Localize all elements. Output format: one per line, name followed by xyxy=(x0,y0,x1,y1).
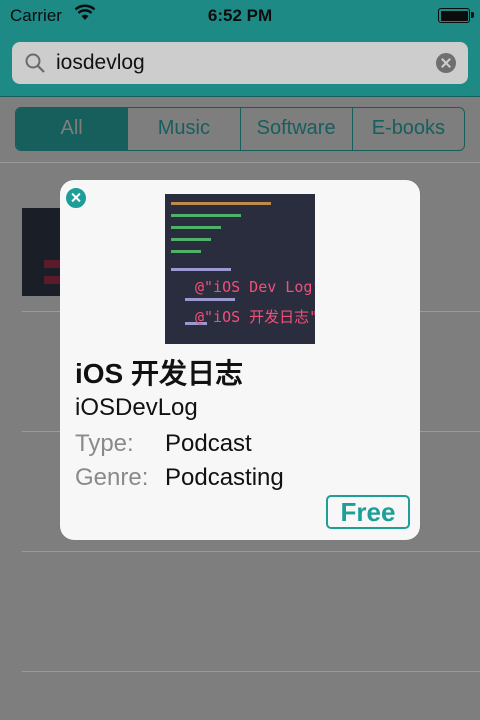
search-icon xyxy=(25,53,45,73)
podcast-artwork: @"iOS Dev Log" @"iOS 开发日志" xyxy=(165,194,315,344)
popup-title: iOS 开发日志 xyxy=(75,358,244,389)
divider xyxy=(0,162,480,163)
search-input[interactable]: iosdevlog xyxy=(56,51,145,75)
price-button[interactable]: Free xyxy=(326,495,410,529)
list-separator xyxy=(22,551,480,552)
clock: 6:52 PM xyxy=(207,6,273,25)
list-separator xyxy=(22,671,480,672)
segment-software[interactable]: Software xyxy=(239,108,352,150)
status-bar: Carrier 6:52 PM xyxy=(0,0,480,32)
close-icon[interactable] xyxy=(65,187,87,209)
category-segmented-control[interactable]: All Music Software E-books xyxy=(15,107,465,151)
segment-ebooks[interactable]: E-books xyxy=(351,108,464,150)
type-value: Podcast xyxy=(165,430,252,457)
header: Carrier 6:52 PM iosdevlog xyxy=(0,0,480,97)
genre-value: Podcasting xyxy=(165,464,284,491)
type-label: Type: xyxy=(75,430,134,457)
battery-tip xyxy=(471,12,474,18)
detail-popup: @"iOS Dev Log" @"iOS 开发日志" iOS 开发日志 iOSD… xyxy=(60,180,420,540)
artwork-text-line: @"iOS Dev Log" xyxy=(195,278,315,296)
battery-icon xyxy=(438,8,470,23)
search-bar[interactable]: iosdevlog xyxy=(12,42,468,84)
genre-label: Genre: xyxy=(75,464,149,491)
clear-search-icon[interactable] xyxy=(436,53,456,73)
artwork-text-line: @"iOS 开发日志" xyxy=(195,308,315,326)
segment-music[interactable]: Music xyxy=(127,108,239,150)
segment-all[interactable]: All xyxy=(16,108,128,150)
artist-name: iOSDevLog xyxy=(75,394,198,421)
